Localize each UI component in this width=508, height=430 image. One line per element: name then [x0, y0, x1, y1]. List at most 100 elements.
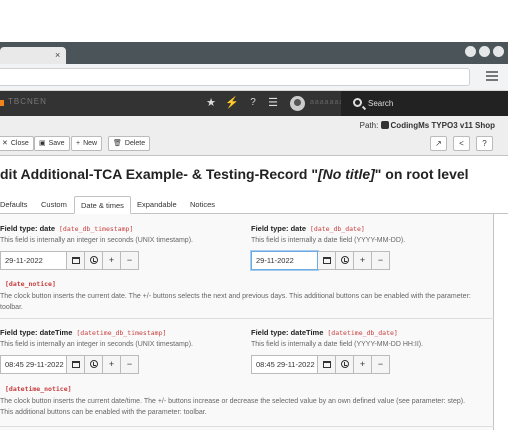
calendar-icon — [71, 257, 80, 264]
datetime-field: 08:45 29-11-2022 + − — [0, 355, 139, 374]
breadcrumb: Path: CodingMs TYPO3 v11 Shop — [360, 121, 495, 130]
search-toggle[interactable]: Search — [341, 91, 508, 116]
search-icon — [353, 98, 362, 107]
decrement-button[interactable]: − — [121, 251, 139, 270]
date-input[interactable]: 29-11-2022 — [0, 251, 67, 270]
clock-button[interactable] — [336, 251, 354, 270]
field-label: Field type: date [date_db_timestamp] — [0, 224, 133, 233]
notice-text: The clock button inserts the current dat… — [0, 398, 466, 416]
increment-button[interactable]: + — [354, 251, 372, 270]
browser-tab[interactable]: × — [0, 47, 66, 64]
save-icon: ▣ — [39, 140, 46, 147]
hamburger-icon[interactable] — [486, 71, 498, 81]
decrement-button[interactable]: − — [121, 355, 139, 374]
list-icon[interactable]: ☰ — [266, 96, 280, 110]
calendar-icon — [322, 361, 331, 368]
field-label: Field type: dateTime [datetime_db_date] — [251, 328, 398, 337]
site-name[interactable]: TBCNEN — [8, 97, 47, 106]
clock-button[interactable] — [85, 251, 103, 270]
share-button[interactable]: < — [453, 136, 470, 151]
field-description: This field is internally an integer in s… — [0, 341, 193, 348]
clock-icon — [89, 256, 98, 264]
save-button[interactable]: ▣ Save — [34, 136, 70, 151]
page-title: dit Additional-TCA Example- & Testing-Re… — [0, 166, 469, 182]
datetime-input[interactable]: 08:45 29-11-2022 — [0, 355, 67, 374]
field-label: Field type: date [date_db_date] — [251, 224, 365, 233]
avatar[interactable] — [290, 96, 305, 111]
close-button[interactable]: ✕ Close — [0, 136, 34, 151]
decrement-button[interactable]: − — [372, 251, 390, 270]
bolt-icon[interactable]: ⚡ — [225, 96, 239, 110]
clock-button[interactable] — [85, 355, 103, 374]
clock-icon — [340, 256, 349, 264]
page-tree-icon — [380, 121, 389, 129]
tab-expandable[interactable]: Expandable — [131, 196, 183, 214]
help-button[interactable]: ? — [476, 136, 493, 151]
form-panel: Field type: date [date_db_timestamp] This… — [0, 214, 494, 430]
field-label-text: Field type: dateTime — [0, 328, 73, 337]
tab-date-times[interactable]: Date & times — [74, 196, 131, 214]
notice-code: [datetime_notice] — [5, 385, 72, 393]
path-prefix: Path: — [359, 121, 379, 130]
path-value[interactable]: CodingMs TYPO3 v11 Shop — [391, 121, 495, 130]
minimize-icon[interactable] — [465, 46, 476, 57]
close-label: Close — [10, 140, 29, 147]
site-logo-icon[interactable] — [0, 100, 4, 106]
calendar-button[interactable] — [318, 251, 336, 270]
plus-icon: + — [76, 140, 81, 147]
notice-code: [date_notice] — [5, 280, 56, 288]
browser-toolbar — [0, 64, 508, 91]
date-input[interactable]: 29-11-2022 — [251, 251, 318, 270]
help-icon: ? — [482, 139, 487, 148]
clock-icon — [340, 360, 349, 368]
calendar-icon — [71, 361, 80, 368]
maximize-icon[interactable] — [479, 46, 490, 57]
datetime-input[interactable]: 08:45 29-11-2022 — [251, 355, 318, 374]
close-window-icon[interactable] — [493, 46, 504, 57]
close-icon: ✕ — [2, 140, 8, 147]
clock-icon — [89, 360, 98, 368]
save-label: Save — [48, 140, 65, 147]
window-controls — [465, 46, 504, 57]
field-code: [datetime_db_timestamp] — [76, 329, 167, 337]
divider — [0, 426, 494, 427]
delete-label: Delete — [124, 140, 146, 147]
field-code: [date_db_timestamp] — [59, 225, 134, 233]
field-label: Field type: dateTime [datetime_db_timesta… — [0, 328, 166, 337]
date-field: 29-11-2022 + − — [0, 251, 139, 270]
calendar-button[interactable] — [67, 251, 85, 270]
clock-button[interactable] — [336, 355, 354, 374]
title-suffix: " on root level — [374, 166, 469, 182]
tab-custom[interactable]: Custom — [35, 196, 73, 214]
tab-close-icon[interactable]: × — [55, 47, 60, 63]
decrement-button[interactable]: − — [372, 355, 390, 374]
increment-button[interactable]: + — [103, 251, 121, 270]
field-description: This field is internally a date field (Y… — [251, 341, 424, 348]
tab-notices[interactable]: Notices — [184, 196, 221, 214]
field-label-text: Field type: date — [251, 224, 307, 233]
docheader: Path: CodingMs TYPO3 v11 Shop ✕ Close ▣ Sa… — [0, 116, 508, 156]
date-field: 29-11-2022 + − — [251, 251, 390, 270]
search-label: Search — [368, 99, 394, 108]
title-prefix: dit Additional-TCA Example- & Testing-Re… — [0, 166, 319, 182]
divider — [0, 318, 494, 319]
tab-defaults[interactable]: Defaults — [0, 196, 34, 214]
increment-button[interactable]: + — [103, 355, 121, 374]
field-code: [datetime_db_date] — [327, 329, 398, 337]
increment-button[interactable]: + — [354, 355, 372, 374]
username[interactable]: aaaaaaa — [310, 99, 344, 106]
calendar-button[interactable] — [318, 355, 336, 374]
delete-button[interactable]: 🗑 Delete — [108, 136, 151, 151]
share-icon: < — [459, 139, 464, 148]
browser-tabstrip — [0, 42, 508, 64]
field-label-text: Field type: dateTime — [251, 328, 324, 337]
open-new-window-button[interactable]: ↗ — [430, 136, 447, 151]
new-button[interactable]: + New — [71, 136, 103, 151]
typo3-topbar: TBCNEN ★ ⚡ ? ☰ aaaaaaa Search — [0, 91, 508, 116]
star-icon[interactable]: ★ — [204, 96, 218, 110]
url-bar[interactable] — [0, 68, 470, 86]
help-icon[interactable]: ? — [246, 96, 260, 110]
calendar-button[interactable] — [67, 355, 85, 374]
field-code: [date_db_date] — [310, 225, 365, 233]
tab-bar: Defaults Custom Date & times Expandable … — [0, 196, 508, 214]
